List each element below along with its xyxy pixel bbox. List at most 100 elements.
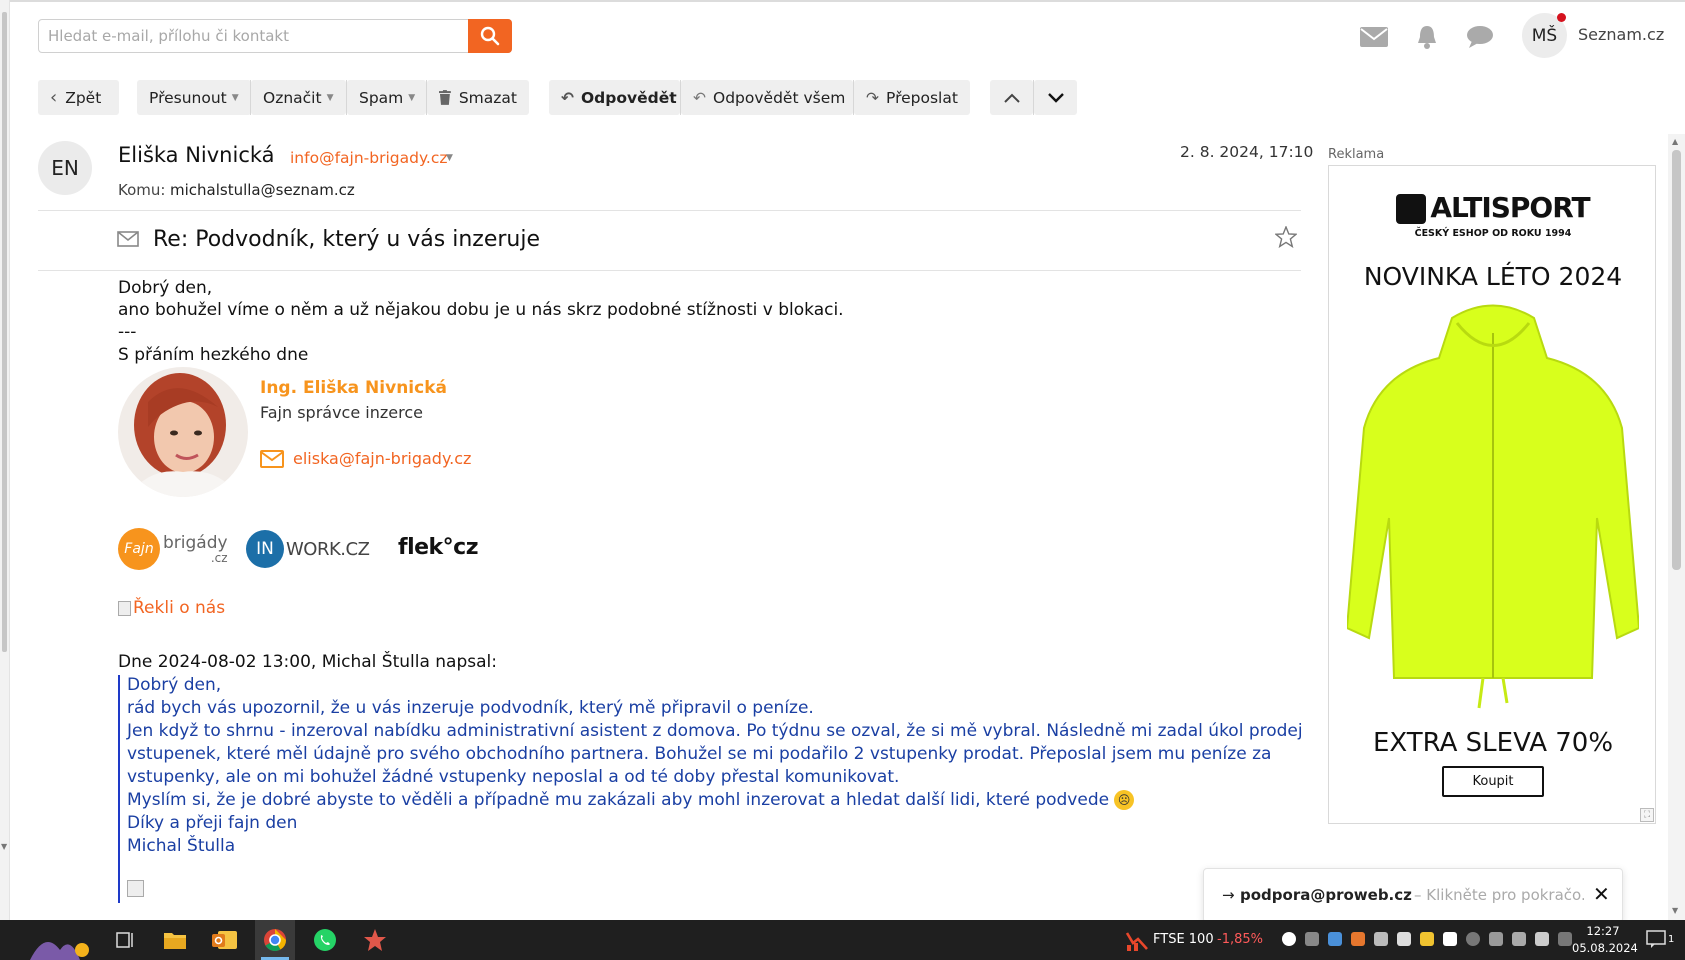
caret-down-icon[interactable]: ▼ [446, 153, 453, 163]
spam-button[interactable]: Spam ▼ [347, 80, 426, 115]
signature-name: Ing. Eliška Nivnická [260, 378, 447, 398]
reply-all-button[interactable]: ↶ Odpovědět všem [681, 80, 853, 115]
seznam-link[interactable]: Seznam.cz [1578, 25, 1664, 44]
ad-buy-button[interactable]: Koupit [1442, 766, 1544, 797]
body-line: --- [118, 322, 137, 342]
bell-icon[interactable] [1410, 22, 1444, 52]
mail-icon[interactable] [1357, 22, 1391, 52]
inwork-logo[interactable]: IN WORK.CZ [246, 530, 370, 568]
content-scrollbar-thumb[interactable] [1672, 150, 1681, 570]
back-label: Zpět [65, 88, 102, 107]
draft-toast[interactable]: → podpora@proweb.cz – Klikněte pro pokra… [1203, 868, 1623, 923]
envelope-icon [260, 450, 284, 472]
notification-count: 1 [1668, 933, 1675, 945]
tray-app-icon[interactable] [1282, 932, 1296, 946]
fajn-badge: Fajn [118, 528, 160, 570]
broken-image-icon [118, 600, 131, 616]
windows-taskbar: FTSE 100 -1,85% 12:27 05.08.2024 1 [0, 920, 1685, 960]
caret-down-icon: ▼ [231, 92, 239, 103]
notification-dot [1557, 13, 1566, 22]
sender-avatar: EN [38, 141, 92, 195]
snipping-tool-icon[interactable] [355, 920, 395, 960]
tray-app-icon[interactable] [1489, 932, 1503, 946]
shield-icon[interactable] [1443, 932, 1457, 946]
envelope-icon [117, 231, 139, 251]
whatsapp-icon[interactable] [305, 920, 345, 960]
content-scrollbar[interactable]: ▲ ▼ [1668, 134, 1685, 920]
ad-info-icon[interactable]: ⛶ [1640, 808, 1654, 822]
move-button[interactable]: Přesunout ▼ [137, 80, 251, 115]
left-scrollbar[interactable]: ▼ [0, 0, 10, 920]
reply-button[interactable]: ↶ Odpovědět [549, 80, 680, 115]
inwork-word: WORK.CZ [286, 538, 370, 560]
scroll-down-arrow[interactable]: ▼ [1672, 906, 1678, 915]
ad-label: Reklama [1328, 147, 1385, 162]
chat-icon[interactable] [1463, 22, 1497, 52]
widgets-icon[interactable] [20, 920, 100, 960]
previous-message-button[interactable] [990, 80, 1033, 115]
clock-time[interactable]: 12:27 [1580, 924, 1626, 938]
altisport-logo-icon [1396, 194, 1427, 224]
network-icon[interactable] [1512, 932, 1526, 946]
notification-center-button[interactable]: 1 [1646, 930, 1674, 948]
mark-button[interactable]: Označit ▼ [251, 80, 346, 115]
left-scroll-down-arrow[interactable]: ▼ [1, 842, 7, 851]
ad-banner[interactable]: ALTISPORT ČESKÝ ESHOP OD ROKU 1994 NOVIN… [1328, 165, 1656, 824]
reklio-link[interactable]: Řekli o nás [118, 598, 225, 618]
broken-image-icon [127, 880, 144, 897]
tray-app-icon[interactable] [1351, 932, 1365, 946]
task-view-icon[interactable] [105, 920, 145, 960]
reklio-alt: Řekli o nás [133, 598, 226, 618]
fajn-brigady-logo[interactable]: Fajn brigády .cz [118, 528, 228, 570]
scroll-up-arrow[interactable]: ▲ [1672, 137, 1678, 146]
body-line: Dobrý den, [118, 278, 213, 298]
signature-email-link[interactable]: eliska@fajn-brigady.cz [293, 449, 471, 468]
sad-face-icon: ☹ [1114, 790, 1135, 810]
body-line: S přáním hezkého dne [118, 345, 309, 365]
chrome-icon[interactable] [255, 920, 295, 960]
sender-name: Eliška Nivnická [118, 143, 275, 167]
stock-change[interactable]: -1,85% [1217, 932, 1263, 947]
to-value: michalstulla@seznam.cz [170, 181, 355, 199]
ad-headline: NOVINKA LÉTO 2024 [1363, 262, 1623, 291]
arrow-right-icon: → [1222, 886, 1235, 904]
forward-button[interactable]: ↷ Přeposlat [854, 80, 970, 115]
sender-email[interactable]: info@fajn-brigady.cz [290, 149, 448, 167]
quote-line: Díky a přeji fajn den [127, 813, 298, 833]
volume-icon[interactable] [1535, 932, 1549, 946]
tray-app-icon[interactable] [1466, 932, 1480, 946]
outlook-icon[interactable] [205, 920, 245, 960]
tray-app-icon[interactable] [1558, 932, 1572, 946]
back-button[interactable]: ‹ Zpět [38, 80, 119, 115]
search-button[interactable] [468, 19, 512, 53]
tray-app-icon[interactable] [1305, 932, 1319, 946]
tray-app-icon[interactable] [1328, 932, 1342, 946]
reply-all-icon: ↶ [693, 88, 706, 107]
mark-label: Označit [263, 88, 322, 107]
quote-line: Jen když to shrnu - inzeroval nabídku ad… [127, 721, 1303, 741]
ad-brand-text: ALTISPORT [1430, 191, 1590, 224]
file-explorer-icon[interactable] [155, 920, 195, 960]
clock-date[interactable]: 05.08.2024 [1572, 941, 1638, 955]
left-scrollbar-thumb[interactable] [2, 12, 7, 652]
chevron-left-icon: ‹ [50, 87, 58, 108]
divider [38, 270, 1301, 271]
star-icon[interactable] [1274, 225, 1298, 252]
next-message-button[interactable] [1034, 80, 1077, 115]
top-border [0, 0, 1685, 2]
printer-icon[interactable] [1374, 932, 1388, 946]
quote-line: vstupenky, ale on mi bohužel žádné vstup… [127, 767, 900, 787]
delete-button[interactable]: Smazat [427, 80, 529, 115]
search-input[interactable] [39, 20, 467, 52]
stock-label[interactable]: FTSE 100 [1153, 932, 1214, 947]
caret-down-icon: ▼ [326, 92, 334, 103]
message-date: 2. 8. 2024, 17:10 [1180, 143, 1314, 161]
delete-label: Smazat [458, 88, 517, 107]
tray-app-icon[interactable] [1420, 932, 1434, 946]
close-icon[interactable]: ✕ [1593, 882, 1610, 906]
mail-tray-icon[interactable] [1397, 932, 1411, 946]
quote-line: Michal Štulla [127, 836, 236, 856]
flek-logo[interactable]: flek°cz [398, 535, 479, 560]
toast-email: podpora@proweb.cz [1240, 886, 1412, 904]
toast-text: – Klikněte pro pokračo... [1414, 886, 1584, 904]
